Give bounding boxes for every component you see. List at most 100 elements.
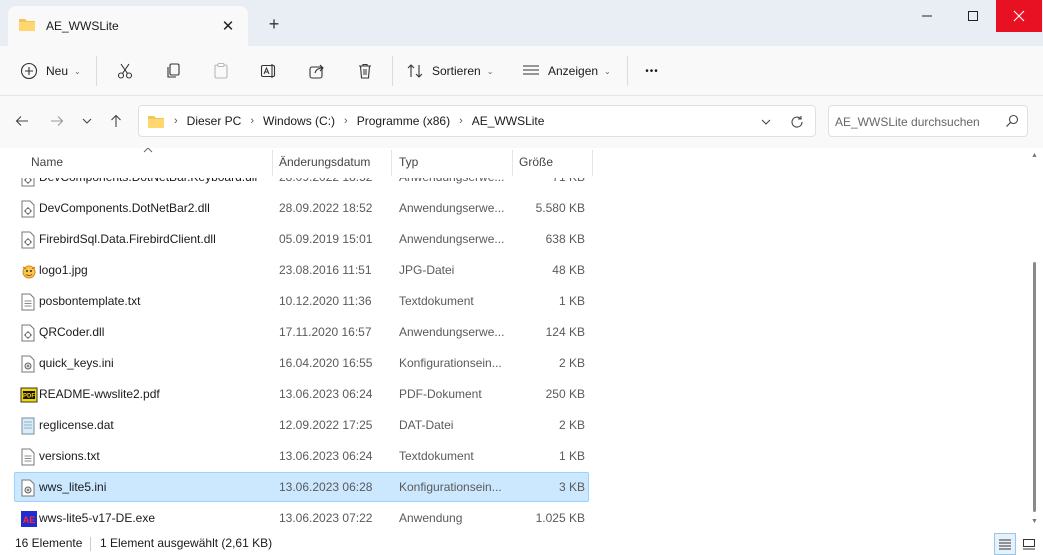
back-button[interactable] [9, 108, 35, 134]
details-view-icon [999, 539, 1011, 550]
delete-button[interactable] [348, 54, 382, 88]
file-row[interactable]: versions.txt 13.06.2023 06:24 Textdokument… [14, 441, 589, 471]
address-row: › Dieser PC › Windows (C:) › Programme (… [0, 96, 1043, 148]
share-icon [309, 64, 324, 79]
paste-button[interactable] [204, 54, 238, 88]
search-icon [1005, 114, 1019, 131]
file-type: Anwendungserwe... [399, 232, 505, 246]
copy-button[interactable] [156, 54, 190, 88]
file-row[interactable]: DevComponents.DotNetBar2.dll 28.09.2022 1… [14, 193, 589, 223]
file-date: 28.09.2022 18:52 [279, 201, 373, 215]
column-header-date[interactable]: Änderungsdatum [279, 148, 370, 176]
ini-file-icon [20, 479, 38, 497]
details-view-button[interactable] [994, 533, 1016, 555]
vertical-scrollbar[interactable]: ▲ ▼ [1028, 148, 1042, 533]
share-button[interactable] [300, 54, 334, 88]
clipboard-icon [214, 62, 228, 79]
scroll-up-icon[interactable]: ▲ [1031, 152, 1038, 159]
file-row[interactable]: AE wws-lite5-v17-DE.exe 13.06.2023 07:22 An… [14, 503, 589, 533]
ini-file-icon [20, 355, 38, 373]
dll-icon [20, 324, 38, 342]
divider [627, 56, 628, 86]
view-icon [523, 65, 539, 75]
image-icon [20, 262, 38, 280]
breadcrumb-item-ae-wwslite[interactable]: AE_WWSLite [472, 114, 545, 128]
close-icon [1013, 10, 1025, 22]
close-button[interactable] [996, 0, 1042, 32]
rename-button[interactable] [252, 54, 286, 88]
file-type: Konfigurationsein... [399, 480, 502, 494]
minimize-icon [922, 15, 932, 17]
new-tab-button[interactable]: + [262, 12, 286, 36]
status-bar: 16 Elemente 1 Element ausgewählt (2,61 K… [0, 533, 1043, 555]
view-button[interactable]: Anzeigen ⌄ [522, 54, 611, 88]
column-header-name[interactable]: Name [31, 148, 63, 176]
title-bar: AE_WWSLite ✕ + [0, 0, 1043, 46]
chevron-down-icon [761, 119, 771, 125]
minimize-button[interactable] [904, 0, 950, 32]
file-row[interactable]: PDF README-wwslite2.pdf 13.06.2023 06:24 PD… [14, 379, 589, 409]
file-size: 48 KB [552, 263, 585, 277]
column-divider[interactable] [592, 150, 593, 176]
scroll-down-icon[interactable]: ▼ [1031, 518, 1038, 525]
file-row-selected[interactable]: wws_lite5.ini 13.06.2023 06:28 Konfigurati… [14, 472, 589, 502]
file-row[interactable]: FirebirdSql.Data.FirebirdClient.dll 05.09… [14, 224, 589, 254]
recent-locations-button[interactable] [74, 108, 100, 134]
file-size: 3 KB [558, 480, 585, 494]
up-button[interactable] [103, 108, 129, 134]
file-type: Anwendungserwe... [399, 201, 505, 215]
column-header-size[interactable]: Größe [519, 148, 553, 176]
file-name: DevComponents.DotNetBar2.dll [39, 201, 210, 215]
tab-ae-wwslite[interactable]: AE_WWSLite ✕ [8, 6, 248, 46]
column-divider[interactable] [391, 150, 392, 176]
column-divider[interactable] [512, 150, 513, 176]
cut-button[interactable] [108, 54, 142, 88]
maximize-button[interactable] [950, 0, 996, 32]
column-divider[interactable] [272, 150, 273, 176]
file-row[interactable]: QRCoder.dll 17.11.2020 16:57 Anwendungserw… [14, 317, 589, 347]
file-row[interactable]: reglicense.dat 12.09.2022 17:25 DAT-Datei 2… [14, 410, 589, 440]
sort-button[interactable]: Sortieren ⌄ [406, 54, 493, 88]
address-history-button[interactable] [757, 113, 775, 131]
large-icons-view-button[interactable] [1018, 533, 1040, 555]
chevron-down-icon: ⌄ [604, 66, 611, 76]
more-options-button[interactable]: ••• [635, 54, 669, 88]
file-row[interactable]: quick_keys.ini 16.04.2020 16:55 Konfigurat… [14, 348, 589, 378]
file-date: 13.06.2023 06:24 [279, 387, 373, 401]
file-size: 1 KB [558, 449, 585, 463]
chevron-down-icon: ⌄ [74, 66, 81, 76]
search-input[interactable]: AE_WWSLite durchsuchen [828, 105, 1028, 137]
sort-ascending-icon [143, 148, 153, 157]
file-type: JPG-Datei [399, 263, 455, 277]
folder-icon [18, 17, 36, 35]
file-row[interactable]: posbontemplate.txt 10.12.2020 11:36 Textdo… [14, 286, 589, 316]
file-date: 13.06.2023 06:24 [279, 449, 373, 463]
file-type: DAT-Datei [399, 418, 454, 432]
refresh-button[interactable] [787, 112, 807, 132]
scrollbar-thumb[interactable] [1033, 262, 1036, 512]
divider [90, 537, 91, 551]
text-file-icon [20, 448, 38, 466]
breadcrumb: › Dieser PC › Windows (C:) › Programme (… [165, 114, 544, 128]
address-bar[interactable]: › Dieser PC › Windows (C:) › Programme (… [138, 105, 816, 137]
chevron-down-icon: ⌄ [486, 66, 494, 76]
file-name: posbontemplate.txt [39, 294, 141, 308]
trash-icon [359, 63, 371, 79]
divider [392, 56, 393, 86]
dll-icon [20, 231, 38, 249]
file-date: 13.06.2023 06:28 [279, 480, 373, 494]
breadcrumb-item-windows[interactable]: Windows (C:) [263, 114, 335, 128]
breadcrumb-item-programme[interactable]: Programme (x86) [357, 114, 450, 128]
file-name: logo1.jpg [39, 263, 88, 277]
file-name: wws-lite5-v17-DE.exe [39, 511, 156, 525]
chevron-right-icon: › [250, 115, 255, 127]
file-name: FirebirdSql.Data.FirebirdClient.dll [39, 232, 216, 246]
tab-close-icon[interactable]: ✕ [218, 16, 238, 36]
forward-button[interactable] [44, 108, 70, 134]
breadcrumb-item-dieser-pc[interactable]: Dieser PC [187, 114, 242, 128]
new-button[interactable]: Neu ⌄ [20, 54, 81, 88]
file-row[interactable]: logo1.jpg 23.08.2016 11:51 JPG-Datei 48 KB [14, 255, 589, 285]
chevron-right-icon: › [174, 115, 178, 127]
column-header-type[interactable]: Typ [399, 148, 418, 176]
file-size: 2 KB [558, 356, 585, 370]
